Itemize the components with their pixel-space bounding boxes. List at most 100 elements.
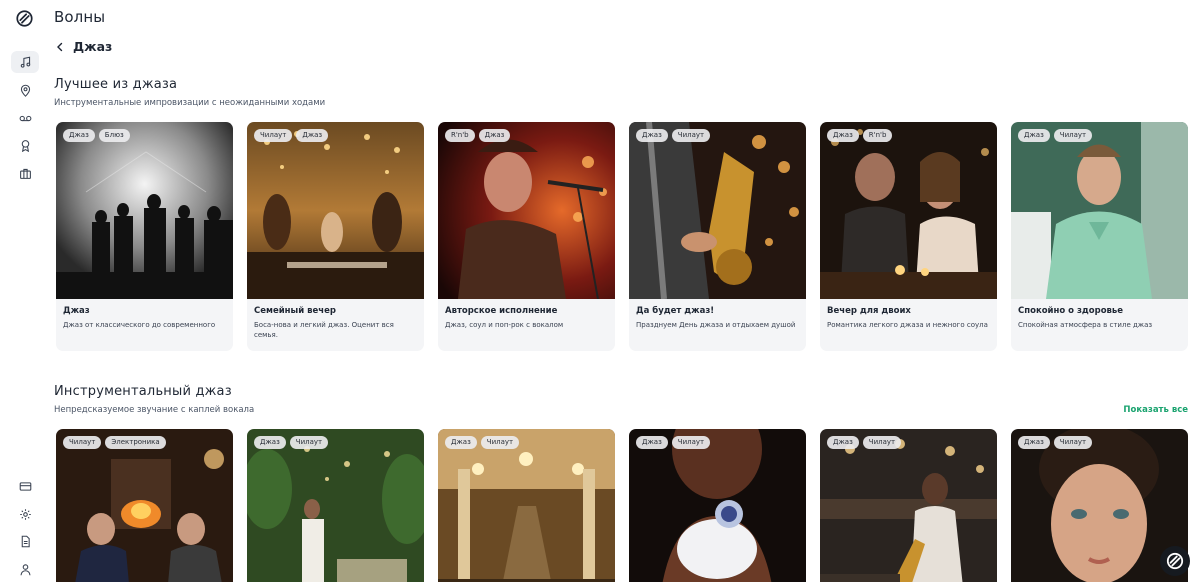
tag-list: Джаз Блюз bbox=[63, 129, 130, 142]
tag-list: R'n'b Джаз bbox=[445, 129, 511, 142]
music-note-icon bbox=[20, 56, 30, 68]
cover-image: Джаз Чилаут bbox=[629, 122, 806, 299]
app-logo-icon[interactable] bbox=[16, 10, 33, 27]
section-title: Инструментальный джаз bbox=[54, 384, 232, 399]
tag: Джаз bbox=[63, 129, 95, 142]
credit-card-icon bbox=[19, 481, 31, 491]
breadcrumb-title: Джаз bbox=[73, 39, 113, 54]
tag: Чилаут bbox=[1053, 129, 1093, 142]
playlist-card[interactable]: Джаз R'n'b Вечер для двоих Романтика лег… bbox=[820, 122, 997, 351]
briefcase-icon bbox=[19, 168, 31, 179]
tag: Чилаут bbox=[254, 129, 293, 142]
playlist-card[interactable]: Джаз Чилаут Спокойно о здоровье Спокойна… bbox=[1011, 122, 1188, 351]
tag: Джаз bbox=[445, 436, 477, 449]
app-logo-icon bbox=[1166, 552, 1184, 570]
app-title: Волны bbox=[54, 8, 106, 26]
tag: Электроника bbox=[105, 436, 166, 449]
tag-list: Джаз Чилаут bbox=[254, 436, 329, 449]
back-chevron-icon[interactable] bbox=[54, 41, 66, 53]
tag: Чилаут bbox=[671, 436, 711, 449]
tag: Блюз bbox=[98, 129, 130, 142]
user-icon bbox=[20, 563, 30, 575]
cover-image: R'n'b Джаз bbox=[438, 122, 615, 299]
sidebar-item-documents[interactable] bbox=[11, 530, 39, 552]
playlist-card[interactable]: Чилаут Джаз Семейный вечер Боса-нова и л… bbox=[247, 122, 424, 351]
show-all-link[interactable]: Показать все bbox=[1123, 405, 1188, 415]
cover-image: Чилаут Джаз bbox=[247, 122, 424, 299]
tag-list: Джаз Чилаут bbox=[1018, 436, 1093, 449]
section-title: Лучшее из джаза bbox=[54, 77, 178, 92]
cover-image: Джаз Чилаут bbox=[247, 429, 424, 582]
tag: Чилаут bbox=[480, 436, 520, 449]
tag-list: Чилаут Джаз bbox=[254, 129, 329, 142]
cover-image: Джаз Чилаут bbox=[1011, 122, 1188, 299]
section-subtitle: Инструментальные импровизации с неожидан… bbox=[54, 98, 326, 108]
tag: Чилаут bbox=[1053, 436, 1093, 449]
tag: Джаз bbox=[254, 436, 286, 449]
cover-image: Джаз Чилаут bbox=[629, 429, 806, 582]
tag: Джаз bbox=[1018, 436, 1050, 449]
cover-image: Джаз Блюз bbox=[56, 122, 233, 299]
card-title: Вечер для двоих bbox=[827, 306, 911, 316]
playlist-card[interactable]: Джаз Чилаут bbox=[629, 429, 806, 582]
card-description: Джаз от классического до современного bbox=[63, 321, 216, 329]
playlist-card[interactable]: Чилаут Электроника bbox=[56, 429, 233, 582]
map-pin-icon bbox=[20, 84, 30, 97]
tag-list: Джаз Чилаут bbox=[445, 436, 520, 449]
playlist-card[interactable]: R'n'b Джаз Авторское исполнение Джаз, со… bbox=[438, 122, 615, 351]
card-title: Джаз bbox=[63, 306, 90, 316]
tag: R'n'b bbox=[862, 129, 893, 142]
sidebar-item-payment[interactable] bbox=[11, 475, 39, 497]
tag: Джаз bbox=[636, 436, 668, 449]
tag-list: Джаз Чилаут bbox=[827, 436, 902, 449]
playlist-card[interactable]: Джаз Блюз Джаз Джаз от классического до … bbox=[56, 122, 233, 351]
card-description: Спокойная атмосфера в стиле джаз bbox=[1018, 321, 1153, 329]
card-title: Авторское исполнение bbox=[445, 306, 558, 316]
tag: R'n'b bbox=[445, 129, 475, 142]
gear-icon bbox=[19, 508, 31, 520]
tag: Джаз bbox=[636, 129, 668, 142]
tag: Джаз bbox=[827, 129, 859, 142]
tag: Чилаут bbox=[63, 436, 102, 449]
sidebar-item-profile[interactable] bbox=[11, 558, 39, 580]
tag: Чилаут bbox=[862, 436, 902, 449]
tag-list: Джаз Чилаут bbox=[636, 436, 711, 449]
award-icon bbox=[21, 139, 29, 152]
sidebar-item-voice[interactable] bbox=[11, 107, 39, 129]
playlist-row: Чилаут Электроника Джаз Чилаут Джаз Чила… bbox=[56, 429, 1188, 582]
tag: Джаз bbox=[827, 436, 859, 449]
playlist-card[interactable]: Джаз Чилаут Да будет джаз! Празднуем Ден… bbox=[629, 122, 806, 351]
card-description: Романтика легкого джаза и нежного соула bbox=[827, 321, 988, 329]
voicemail-icon bbox=[19, 115, 31, 121]
card-title: Спокойно о здоровье bbox=[1018, 306, 1124, 316]
playlist-card[interactable]: Джаз Чилаут bbox=[820, 429, 997, 582]
card-title: Семейный вечер bbox=[254, 306, 336, 316]
tag-list: Джаз Чилаут bbox=[636, 129, 711, 142]
sidebar-item-music[interactable] bbox=[11, 51, 39, 73]
playlist-card[interactable]: Джаз Чилаут bbox=[247, 429, 424, 582]
cover-image: Джаз R'n'b bbox=[820, 122, 997, 299]
sidebar-item-settings[interactable] bbox=[11, 503, 39, 525]
sidebar-item-business[interactable] bbox=[11, 162, 39, 184]
cover-image: Джаз Чилаут bbox=[820, 429, 997, 582]
card-title: Да будет джаз! bbox=[636, 306, 715, 316]
tag-list: Джаз Чилаут bbox=[1018, 129, 1093, 142]
tag: Джаз bbox=[1018, 129, 1050, 142]
playlist-card[interactable]: Джаз Чилаут bbox=[438, 429, 615, 582]
tag: Джаз bbox=[478, 129, 511, 142]
tag-list: Чилаут Электроника bbox=[63, 436, 166, 449]
sidebar bbox=[0, 0, 48, 582]
tag: Джаз bbox=[296, 129, 329, 142]
cover-image: Чилаут Электроника bbox=[56, 429, 233, 582]
tag: Чилаут bbox=[289, 436, 329, 449]
tag-list: Джаз R'n'b bbox=[827, 129, 893, 142]
sidebar-item-places[interactable] bbox=[11, 79, 39, 101]
section-subtitle: Непредсказуемое звучание с каплей вокала bbox=[54, 405, 255, 415]
cover-image: Джаз Чилаут bbox=[438, 429, 615, 582]
floating-action-button[interactable] bbox=[1160, 546, 1190, 576]
card-description: Боса-нова и легкий джаз. Оценит вся семь… bbox=[254, 321, 394, 339]
playlist-row: Джаз Блюз Джаз Джаз от классического до … bbox=[56, 122, 1188, 351]
card-description: Празднуем День джаза и отдыхаем душой bbox=[636, 321, 796, 329]
document-icon bbox=[21, 535, 30, 547]
sidebar-item-awards[interactable] bbox=[11, 134, 39, 156]
